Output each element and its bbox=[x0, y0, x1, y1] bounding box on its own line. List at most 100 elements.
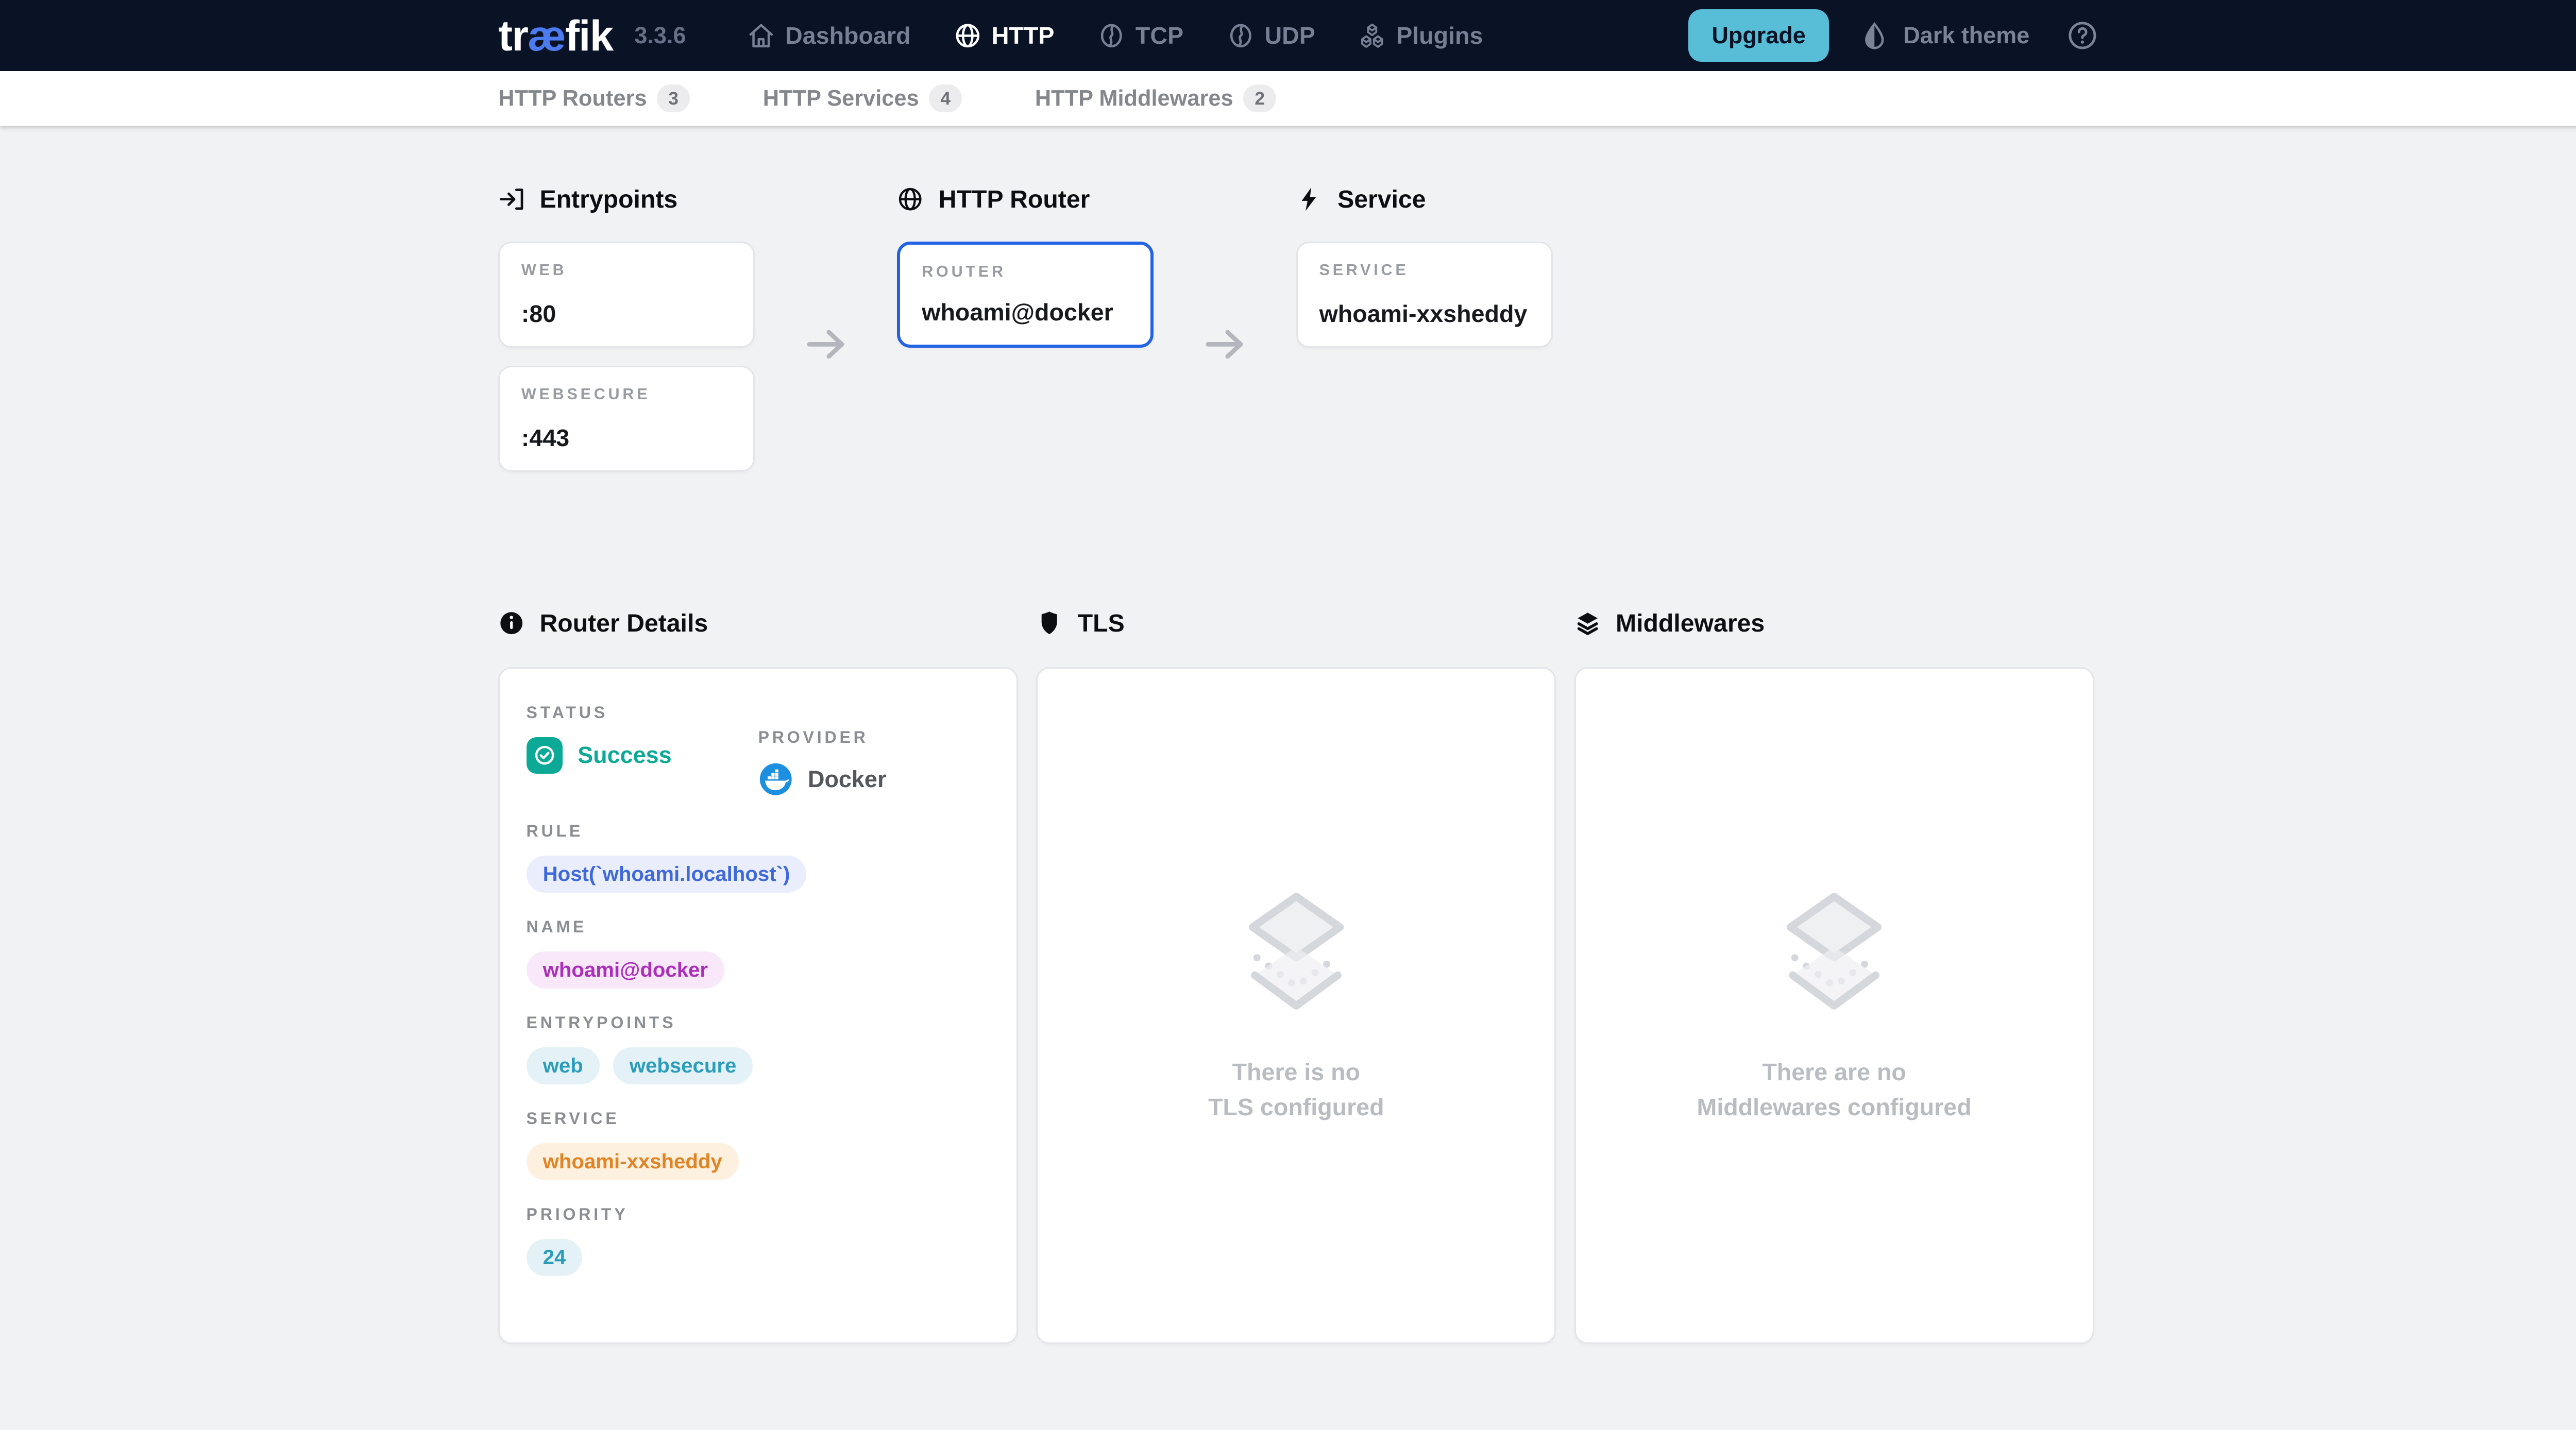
status-block: STATUS Success bbox=[527, 703, 758, 797]
flow-section: Entrypoints WEB :80 WEBSECURE :443 HTTP … bbox=[498, 185, 2097, 472]
dark-theme-label: Dark theme bbox=[1903, 22, 2029, 49]
flow-arrow bbox=[755, 235, 897, 397]
shield-icon bbox=[1036, 610, 1062, 636]
service-block: SERVICE whoami-xxsheddy bbox=[527, 1109, 990, 1180]
detail-section: Router Details STATUS Success PRO bbox=[498, 609, 2097, 1344]
nav-item-plugins[interactable]: Plugins bbox=[1337, 0, 1505, 71]
tab-http-services[interactable]: HTTP Services 4 bbox=[763, 84, 962, 113]
nav-item-label: TCP bbox=[1136, 22, 1183, 49]
nav-item-dashboard[interactable]: Dashboard bbox=[726, 0, 933, 71]
cubes-icon bbox=[1358, 22, 1386, 50]
priority-block: PRIORITY 24 bbox=[527, 1205, 990, 1276]
http-router-title: HTTP Router bbox=[897, 185, 1154, 214]
success-check-icon bbox=[527, 737, 563, 774]
theme-droplet-icon bbox=[1860, 22, 1889, 50]
card-value: :443 bbox=[521, 424, 732, 452]
tab-label: HTTP Middlewares bbox=[1035, 86, 1233, 111]
empty-layers-illustration bbox=[1242, 886, 1351, 1025]
provider-value: Docker bbox=[808, 766, 886, 793]
card-value: :80 bbox=[521, 300, 732, 328]
entrypoint-card-web[interactable]: WEB :80 bbox=[498, 242, 755, 348]
status-value: Success bbox=[578, 742, 672, 769]
tls-title: TLS bbox=[1036, 609, 1556, 637]
router-column: HTTP Router ROUTER whoami@docker bbox=[897, 185, 1154, 472]
version-label: 3.3.6 bbox=[634, 22, 686, 49]
upgrade-button[interactable]: Upgrade bbox=[1688, 9, 1828, 62]
provider-label: PROVIDER bbox=[758, 728, 990, 747]
entrypoints-title: Entrypoints bbox=[498, 185, 755, 214]
login-icon bbox=[498, 186, 524, 212]
network-icon bbox=[1227, 22, 1255, 50]
tab-count-badge: 4 bbox=[929, 84, 962, 113]
traefik-logo[interactable]: træfik bbox=[498, 11, 613, 61]
router-details-title: Router Details bbox=[498, 609, 1018, 637]
router-details-panel: Router Details STATUS Success PRO bbox=[498, 609, 1018, 1344]
tls-empty-message: There is no TLS configured bbox=[1208, 1055, 1384, 1125]
flow-arrow bbox=[1154, 235, 1296, 397]
status-label: STATUS bbox=[527, 703, 758, 722]
tab-label: HTTP Services bbox=[763, 86, 919, 111]
nav-item-tcp[interactable]: TCP bbox=[1076, 0, 1205, 71]
logo-ae: æ bbox=[528, 11, 565, 61]
tab-label: HTTP Routers bbox=[498, 86, 647, 111]
help-icon bbox=[2067, 21, 2097, 50]
tab-count-badge: 2 bbox=[1243, 84, 1277, 113]
card-label: ROUTER bbox=[922, 263, 1129, 281]
service-column: Service SERVICE whoami-xxsheddy bbox=[1296, 185, 1553, 472]
empty-layers-illustration bbox=[1780, 886, 1889, 1025]
card-label: WEB bbox=[521, 261, 732, 279]
arrow-right-icon bbox=[1202, 322, 1247, 367]
service-title: Service bbox=[1296, 185, 1553, 214]
globe-icon bbox=[897, 186, 923, 212]
tab-http-routers[interactable]: HTTP Routers 3 bbox=[498, 84, 690, 113]
service-pill: whoami-xxsheddy bbox=[527, 1143, 739, 1180]
nav-item-http[interactable]: HTTP bbox=[932, 0, 1076, 71]
nav-item-label: UDP bbox=[1264, 22, 1315, 49]
globe-icon bbox=[954, 22, 982, 50]
tab-bar: HTTP Routers 3 HTTP Services 4 HTTP Midd… bbox=[0, 71, 2576, 126]
entrypoint-pill: websecure bbox=[613, 1047, 753, 1084]
docker-icon bbox=[758, 762, 793, 796]
home-icon bbox=[747, 22, 775, 50]
card-value: whoami-xxsheddy bbox=[1319, 300, 1530, 328]
arrow-right-icon bbox=[804, 322, 849, 367]
logo-text: tr bbox=[498, 11, 528, 61]
card-label: WEBSECURE bbox=[521, 385, 732, 403]
nav-item-label: Dashboard bbox=[785, 22, 910, 49]
entrypoints-block: ENTRYPOINTS web websecure bbox=[527, 1013, 990, 1084]
provider-block: PROVIDER Docker bbox=[758, 728, 990, 796]
tab-http-middlewares[interactable]: HTTP Middlewares 2 bbox=[1035, 84, 1277, 113]
layers-icon bbox=[1574, 610, 1601, 636]
tls-panel: TLS There is no TLS configured bbox=[1036, 609, 1556, 1344]
network-icon bbox=[1097, 22, 1126, 50]
service-card[interactable]: SERVICE whoami-xxsheddy bbox=[1296, 242, 1553, 348]
tab-count-badge: 3 bbox=[657, 84, 690, 113]
middlewares-title: Middlewares bbox=[1574, 609, 2094, 637]
middlewares-empty-message: There are no Middlewares configured bbox=[1697, 1055, 1972, 1125]
main-content: Entrypoints WEB :80 WEBSECURE :443 HTTP … bbox=[498, 126, 2097, 1344]
nav-item-label: HTTP bbox=[992, 22, 1055, 49]
entrypoints-label: ENTRYPOINTS bbox=[527, 1013, 990, 1032]
rule-label: RULE bbox=[527, 822, 990, 841]
name-block: NAME whoami@docker bbox=[527, 917, 990, 989]
info-icon bbox=[498, 610, 524, 636]
card-value: whoami@docker bbox=[922, 298, 1129, 326]
card-label: SERVICE bbox=[1319, 261, 1530, 279]
dark-theme-toggle[interactable]: Dark theme bbox=[1860, 22, 2029, 50]
help-button[interactable] bbox=[2067, 21, 2097, 50]
primary-nav: Dashboard HTTP TCP UDP Plugins bbox=[726, 0, 1505, 71]
lightning-icon bbox=[1296, 186, 1323, 212]
entrypoint-card-websecure[interactable]: WEBSECURE :443 bbox=[498, 366, 755, 472]
name-pill: whoami@docker bbox=[527, 951, 725, 989]
nav-item-label: Plugins bbox=[1396, 22, 1483, 49]
priority-label: PRIORITY bbox=[527, 1205, 990, 1224]
entrypoints-column: Entrypoints WEB :80 WEBSECURE :443 bbox=[498, 185, 755, 472]
entrypoint-pill: web bbox=[527, 1047, 600, 1084]
nav-item-udp[interactable]: UDP bbox=[1205, 0, 1337, 71]
middlewares-panel: Middlewares There are no Middlewares con… bbox=[1574, 609, 2094, 1344]
logo-text: fik bbox=[565, 11, 613, 61]
name-label: NAME bbox=[527, 917, 990, 937]
router-card[interactable]: ROUTER whoami@docker bbox=[897, 242, 1154, 348]
service-label: SERVICE bbox=[527, 1109, 990, 1128]
rule-pill: Host(`whoami.localhost`) bbox=[527, 856, 807, 893]
